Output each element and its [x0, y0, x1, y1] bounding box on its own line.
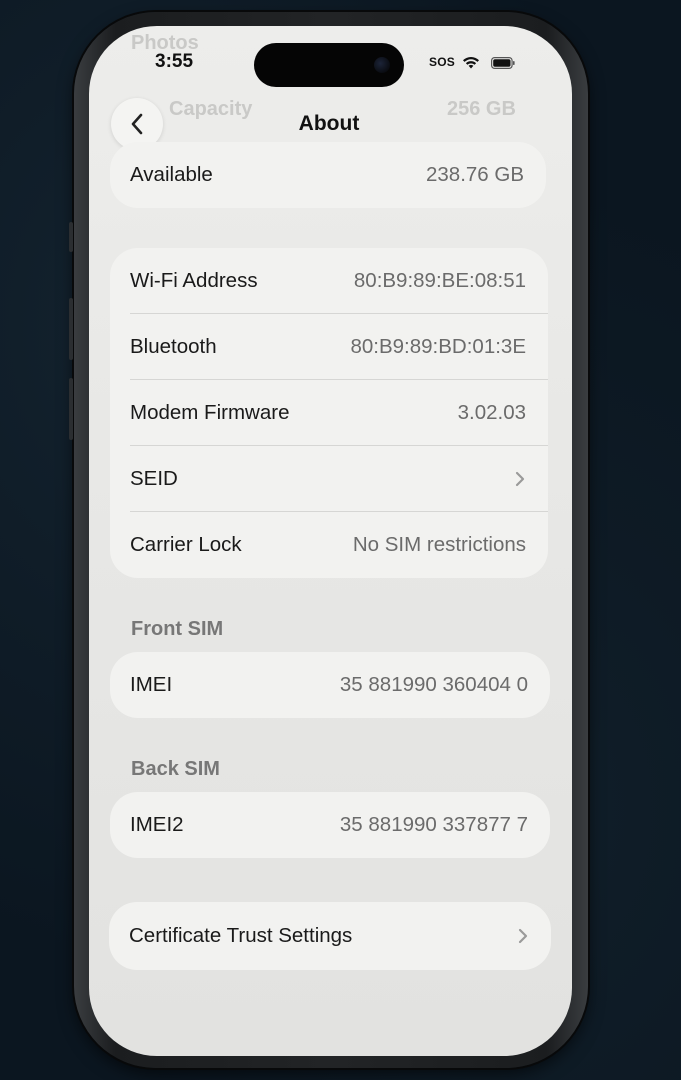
- carrier-lock-row: Carrier Lock No SIM restrictions: [110, 512, 548, 578]
- carrier-lock-label: Carrier Lock: [130, 533, 242, 556]
- back-sim-header: Back SIM: [131, 758, 220, 780]
- seid-row[interactable]: SEID: [110, 446, 548, 512]
- certificate-trust-settings-row[interactable]: Certificate Trust Settings: [109, 903, 551, 969]
- front-sim-header: Front SIM: [131, 618, 224, 640]
- wifi-address-row: Wi-Fi Address 80:B9:89:BE:08:51: [110, 248, 548, 314]
- wifi-icon: [463, 57, 479, 69]
- imei2-value: 35 881990 337877 7: [339, 813, 528, 836]
- imei-label: IMEI: [130, 673, 173, 696]
- storage-group: Available 238.76 GB: [110, 142, 546, 208]
- modem-firmware-value: 3.02.03: [457, 401, 526, 424]
- bluetooth-value: 80:B9:89:BD:01:3E: [350, 335, 526, 358]
- status-time: 3:55: [155, 51, 194, 72]
- modem-firmware-label: Modem Firmware: [130, 401, 290, 424]
- imei2-label: IMEI2: [130, 813, 184, 836]
- imei2-row: IMEI2 35 881990 337877 7: [110, 792, 550, 858]
- available-row: Available 238.76 GB: [110, 142, 546, 208]
- bluetooth-label: Bluetooth: [130, 335, 217, 358]
- phone-screen: Photos Capacity 256 GB 3:55 SOS About Av…: [89, 26, 572, 1056]
- carrier-lock-value: No SIM restrictions: [352, 533, 526, 556]
- chevron-right-icon: [518, 928, 528, 944]
- certificate-group: Certificate Trust Settings: [109, 902, 551, 970]
- dynamic-island: [254, 43, 404, 87]
- bluetooth-row: Bluetooth 80:B9:89:BD:01:3E: [110, 314, 548, 380]
- imei-row: IMEI 35 881990 360404 0: [110, 652, 550, 718]
- modem-firmware-row: Modem Firmware 3.02.03: [110, 380, 548, 446]
- volume-up-button: [69, 298, 73, 360]
- volume-down-button: [69, 378, 73, 440]
- wifi-address-value: 80:B9:89:BE:08:51: [353, 269, 526, 292]
- sos-indicator: SOS: [429, 55, 455, 69]
- action-button: [69, 222, 73, 252]
- back-sim-group: IMEI2 35 881990 337877 7: [110, 792, 550, 858]
- imei-value: 35 881990 360404 0: [339, 673, 528, 696]
- front-sim-group: IMEI 35 881990 360404 0: [110, 652, 550, 718]
- wifi-address-label: Wi-Fi Address: [130, 269, 258, 292]
- available-value: 238.76 GB: [425, 163, 524, 186]
- chevron-right-icon: [515, 471, 525, 487]
- available-label: Available: [130, 163, 213, 186]
- certificate-trust-settings-label: Certificate Trust Settings: [129, 924, 353, 947]
- page-title: About: [298, 112, 360, 135]
- network-info-group: Wi-Fi Address 80:B9:89:BE:08:51 Bluetoot…: [110, 248, 548, 578]
- battery-icon: [491, 57, 515, 69]
- seid-label: SEID: [130, 467, 178, 490]
